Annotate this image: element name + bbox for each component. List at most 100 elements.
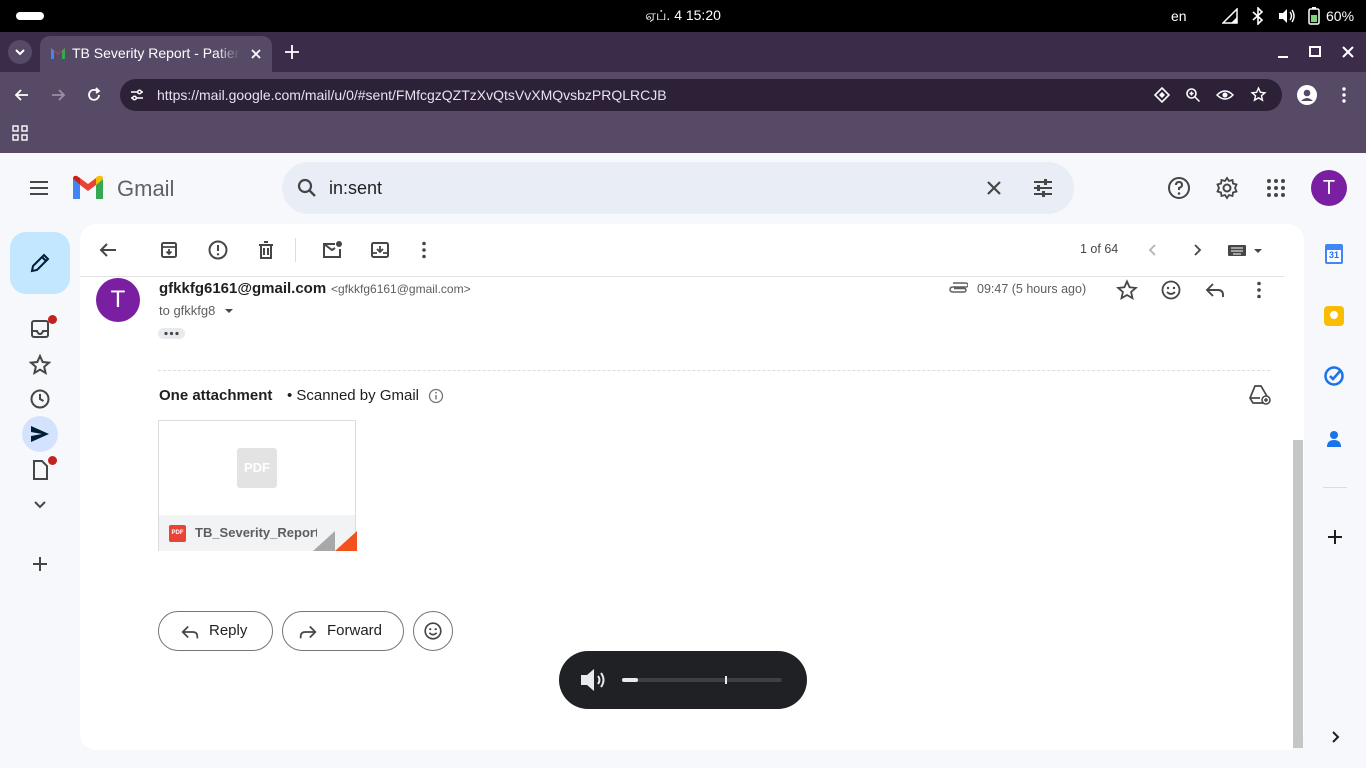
create-label-plus-icon[interactable] bbox=[28, 552, 52, 576]
react-emoji-button[interactable] bbox=[413, 611, 453, 651]
attachment-count-title: One attachment bbox=[159, 387, 273, 404]
sent-nav-item[interactable] bbox=[22, 416, 58, 452]
attachment-clip-icon bbox=[948, 281, 968, 295]
zoom-icon[interactable] bbox=[1185, 87, 1201, 103]
message-more-icon[interactable] bbox=[1247, 278, 1271, 302]
close-window-icon[interactable] bbox=[1340, 44, 1356, 60]
reply-button[interactable]: Reply bbox=[158, 611, 273, 651]
apps-grid-icon[interactable] bbox=[12, 125, 28, 141]
volume-icon[interactable] bbox=[1278, 8, 1296, 24]
archive-icon[interactable] bbox=[157, 238, 181, 262]
sender-avatar[interactable]: T bbox=[96, 278, 140, 322]
input-tools-keyboard-icon[interactable] bbox=[1227, 242, 1267, 258]
site-info-icon[interactable] bbox=[129, 87, 145, 103]
volume-osd bbox=[559, 651, 807, 709]
message-scrollbar[interactable] bbox=[1293, 440, 1303, 748]
recipient-details-chevron-icon[interactable] bbox=[222, 305, 236, 317]
profile-icon[interactable] bbox=[1297, 85, 1317, 105]
compose-button[interactable] bbox=[10, 232, 70, 294]
ellipsis-icon bbox=[164, 331, 179, 336]
minimize-window-icon[interactable] bbox=[1276, 44, 1290, 60]
side-panel-divider bbox=[1323, 487, 1347, 488]
back-icon[interactable] bbox=[12, 85, 32, 105]
page-curl-icon bbox=[313, 531, 357, 551]
url-text[interactable]: https://mail.google.com/mail/u/0/#sent/F… bbox=[157, 87, 667, 103]
chevron-down-icon bbox=[15, 49, 25, 56]
gmail-logo-icon[interactable] bbox=[71, 175, 105, 201]
scan-info-icon[interactable] bbox=[428, 388, 444, 404]
browser-tab-gmail[interactable]: TB Severity Report - Patient bbox=[40, 36, 272, 72]
show-trimmed-content-button[interactable] bbox=[158, 328, 185, 339]
reply-label: Reply bbox=[209, 622, 248, 639]
forward-icon[interactable] bbox=[48, 85, 68, 105]
move-to-icon[interactable] bbox=[368, 238, 392, 262]
get-addons-plus-icon[interactable] bbox=[1323, 525, 1347, 549]
search-options-icon[interactable] bbox=[1031, 176, 1055, 200]
keep-bulb bbox=[1330, 311, 1338, 319]
address-bar[interactable]: https://mail.google.com/mail/u/0/#sent/F… bbox=[120, 79, 1282, 111]
clear-search-icon[interactable] bbox=[982, 176, 1006, 200]
older-chevron-right-icon[interactable] bbox=[1187, 240, 1207, 260]
sender-email: <gfkkfg6161@gmail.com> bbox=[331, 282, 471, 296]
drafts-unread-dot bbox=[48, 456, 57, 465]
star-message-icon[interactable] bbox=[1115, 278, 1139, 302]
pdf-thumbnail-icon: PDF bbox=[237, 448, 277, 488]
search-input[interactable] bbox=[329, 174, 929, 202]
inbox-unread-dot bbox=[48, 315, 57, 324]
reload-icon[interactable] bbox=[84, 85, 104, 105]
snoozed-clock-icon[interactable] bbox=[28, 387, 52, 411]
keyboard-language[interactable]: en bbox=[1171, 8, 1187, 24]
keep-icon[interactable] bbox=[1324, 306, 1344, 326]
google-apps-icon[interactable] bbox=[1264, 176, 1288, 200]
attachment-filename[interactable]: TB_Severity_Report.pdf bbox=[195, 525, 317, 540]
bookmark-star-icon[interactable] bbox=[1250, 86, 1267, 103]
tab-search-button[interactable] bbox=[8, 40, 32, 64]
add-to-drive-icon[interactable] bbox=[1247, 382, 1271, 406]
system-clock[interactable]: ஏப். 4 15:20 bbox=[0, 7, 1366, 26]
calendar-icon[interactable]: 31 bbox=[1325, 244, 1343, 264]
account-avatar[interactable]: T bbox=[1311, 170, 1347, 206]
gmail-logo-text[interactable]: Gmail bbox=[117, 176, 174, 202]
tasks-icon[interactable] bbox=[1324, 366, 1344, 386]
eye-icon[interactable] bbox=[1216, 87, 1234, 103]
newer-chevron-left-icon[interactable] bbox=[1143, 240, 1163, 260]
bookmarks-bar bbox=[0, 118, 1366, 153]
mark-unread-icon[interactable] bbox=[320, 238, 344, 262]
starred-icon[interactable] bbox=[28, 353, 52, 377]
signal-icon[interactable] bbox=[1222, 8, 1238, 24]
forward-arrow-icon bbox=[297, 621, 319, 643]
browser-menu-icon[interactable] bbox=[1334, 85, 1354, 105]
pagination-count: 1 of 64 bbox=[1080, 242, 1119, 256]
more-chevron-down-icon[interactable] bbox=[28, 492, 52, 516]
maximize-window-icon[interactable] bbox=[1308, 44, 1322, 60]
battery-percentage: 60% bbox=[1326, 8, 1355, 24]
send-icon bbox=[28, 422, 52, 446]
new-tab-icon[interactable] bbox=[283, 43, 301, 61]
contacts-icon[interactable] bbox=[1325, 429, 1343, 449]
toolbar-divider bbox=[80, 276, 1284, 277]
hide-side-panel-chevron-icon[interactable] bbox=[1325, 727, 1345, 747]
attachment-divider bbox=[158, 370, 1270, 371]
extension-diamond-icon[interactable] bbox=[1154, 87, 1170, 103]
reply-header-icon[interactable] bbox=[1203, 278, 1227, 302]
search-bar[interactable] bbox=[282, 162, 1074, 214]
volume-level-fill bbox=[622, 678, 638, 682]
back-to-sent-icon[interactable] bbox=[96, 238, 120, 262]
sender-name[interactable]: gfkkfg6161@gmail.com bbox=[159, 280, 326, 297]
close-tab-icon[interactable] bbox=[248, 46, 264, 62]
more-actions-icon[interactable] bbox=[412, 238, 436, 262]
recipient-line: to gfkkfg8 bbox=[159, 303, 216, 318]
pdf-file-icon: PDF bbox=[169, 525, 186, 542]
calendar-day-number: 31 bbox=[1328, 250, 1339, 260]
help-icon[interactable] bbox=[1167, 176, 1191, 200]
main-menu-icon[interactable] bbox=[27, 176, 51, 200]
bluetooth-icon[interactable] bbox=[1252, 7, 1264, 25]
add-reaction-icon[interactable] bbox=[1159, 278, 1183, 302]
search-icon[interactable] bbox=[295, 176, 319, 200]
pdf-thumbnail-label: PDF bbox=[244, 460, 270, 475]
forward-button[interactable]: Forward bbox=[282, 611, 404, 651]
battery-icon[interactable] bbox=[1306, 7, 1322, 25]
delete-trash-icon[interactable] bbox=[254, 238, 278, 262]
report-spam-icon[interactable] bbox=[206, 238, 230, 262]
settings-gear-icon[interactable] bbox=[1215, 176, 1239, 200]
